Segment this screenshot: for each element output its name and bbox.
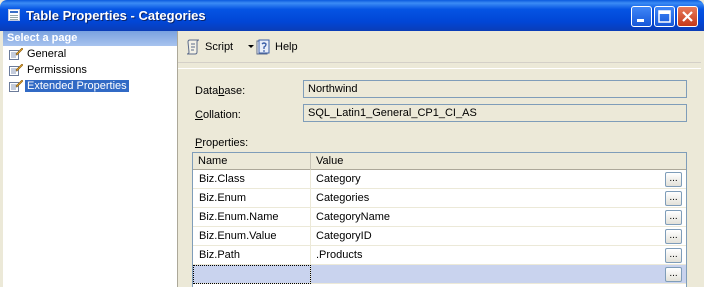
edit-value-button[interactable]: ... — [665, 172, 682, 187]
property-name-cell[interactable]: Biz.Class — [193, 170, 311, 189]
column-header-name[interactable]: Name — [193, 153, 311, 170]
database-field[interactable]: Northwind — [303, 80, 687, 98]
page-list: General Permissions Extended Properties — [3, 46, 177, 94]
help-label: Help — [275, 41, 298, 53]
property-name-cell[interactable]: Biz.Enum.Name — [193, 208, 311, 227]
script-label: Script — [205, 41, 234, 53]
main-pane: Script Help Database: Northwind Collatio… — [178, 31, 701, 287]
collation-label: Collation: — [195, 109, 241, 121]
property-value-cell[interactable]: CategoryName — [311, 208, 661, 227]
property-row[interactable]: Biz.Enum.Value CategoryID... — [193, 227, 686, 246]
table-properties-icon — [8, 9, 20, 21]
script-button[interactable]: Script — [185, 39, 255, 55]
minimize-button[interactable] — [631, 6, 652, 27]
minimize-icon — [637, 19, 644, 22]
property-name-cell[interactable]: Biz.Path — [193, 246, 311, 265]
property-value-cell[interactable]: Categories — [311, 189, 661, 208]
collation-field[interactable]: SQL_Latin1_General_CP1_CI_AS — [303, 104, 687, 122]
close-icon — [682, 11, 693, 22]
properties-label: Properties: — [195, 137, 249, 149]
property-row[interactable]: Biz.Enum.Name CategoryName... — [193, 208, 686, 227]
page-item-general[interactable]: General — [3, 46, 177, 62]
column-header-value[interactable]: Value — [311, 153, 688, 170]
new-property-row[interactable]: ... — [193, 265, 686, 284]
edit-value-button[interactable]: ... — [665, 191, 682, 206]
property-value-cell[interactable]: .Products — [311, 246, 661, 265]
page-item-label: General — [27, 48, 67, 60]
property-page-icon — [9, 48, 23, 60]
property-name-cell[interactable]: Biz.Enum.Value — [193, 227, 311, 246]
dropdown-arrow-icon[interactable] — [248, 45, 254, 49]
property-row[interactable]: Biz.Enum Categories... — [193, 189, 686, 208]
edit-value-button[interactable]: ... — [665, 267, 682, 282]
edit-value-button[interactable]: ... — [665, 210, 682, 225]
help-button[interactable]: Help — [255, 39, 299, 55]
toolbar: Script Help — [178, 31, 701, 63]
property-name-cell[interactable]: Biz.Enum — [193, 189, 311, 208]
help-icon — [256, 39, 270, 55]
close-button[interactable] — [677, 6, 698, 27]
page-item-label: Extended Properties — [25, 80, 129, 92]
property-name-cell[interactable] — [193, 265, 311, 284]
page-selector-pane: Select a page General Permissions Extended… — [3, 31, 178, 287]
property-row[interactable]: Biz.Class Category... — [193, 170, 686, 189]
page-item-extended-properties[interactable]: Extended Properties — [3, 78, 177, 94]
grid-rows: Biz.Class Category... Biz.Enum Categories..… — [193, 170, 686, 284]
extended-properties-content: Database: Northwind Collation: SQL_Latin… — [178, 68, 701, 287]
property-value-cell[interactable] — [311, 265, 661, 284]
property-value-cell[interactable]: Category — [311, 170, 661, 189]
page-selector-header: Select a page — [3, 31, 177, 46]
maximize-icon — [658, 10, 671, 23]
property-value-cell[interactable]: CategoryID — [311, 227, 661, 246]
properties-grid[interactable]: Name Value Biz.Class Category... Biz.Enum C… — [192, 152, 687, 287]
title-bar[interactable]: Table Properties - Categories — [0, 0, 704, 31]
page-item-permissions[interactable]: Permissions — [3, 62, 177, 78]
database-label: Database: — [195, 85, 246, 97]
page-item-label: Permissions — [27, 64, 87, 76]
window-title: Table Properties - Categories — [26, 8, 206, 23]
property-page-icon — [9, 64, 23, 76]
property-page-icon — [9, 80, 23, 92]
edit-value-button[interactable]: ... — [665, 248, 682, 263]
edit-value-button[interactable]: ... — [665, 229, 682, 244]
script-icon — [186, 39, 200, 55]
grid-header: Name Value — [193, 153, 686, 170]
property-row[interactable]: Biz.Path .Products... — [193, 246, 686, 265]
maximize-button[interactable] — [654, 6, 675, 27]
